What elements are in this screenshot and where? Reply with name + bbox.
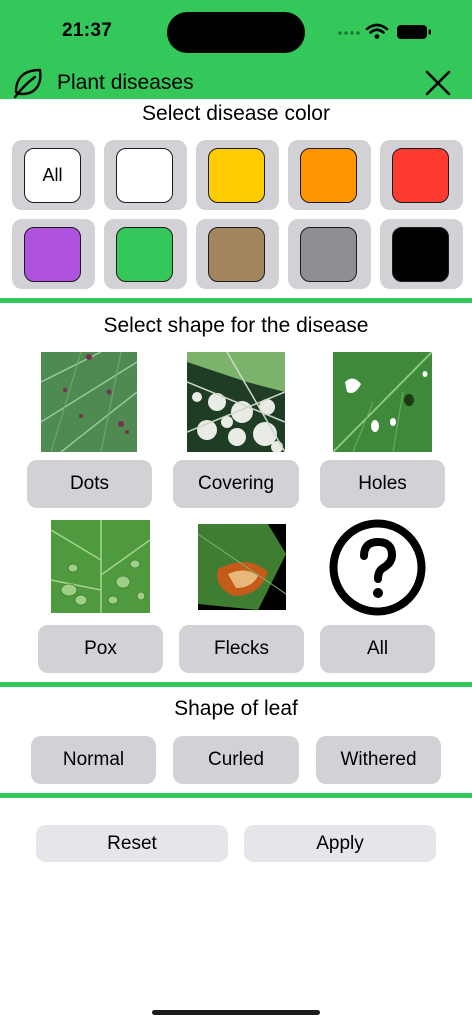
color-swatch: All [24, 148, 81, 203]
shape-option-covering[interactable]: Covering [173, 460, 299, 508]
color-swatch [208, 148, 265, 203]
divider [0, 793, 472, 798]
color-swatch [392, 148, 449, 203]
color-option[interactable] [380, 140, 463, 210]
leaf-shape-normal[interactable]: Normal [31, 736, 156, 784]
color-option[interactable] [380, 219, 463, 289]
leaf-shape-withered[interactable]: Withered [316, 736, 441, 784]
reset-button[interactable]: Reset [36, 825, 228, 862]
color-swatch [116, 148, 173, 203]
color-option[interactable] [196, 219, 279, 289]
color-swatch [24, 227, 81, 282]
color-option[interactable]: All [12, 140, 95, 210]
leaf-holes-photo [333, 352, 432, 452]
signal-icon [338, 31, 360, 35]
leaf-shape-curled[interactable]: Curled [173, 736, 299, 784]
color-option[interactable] [104, 219, 187, 289]
leaf-pox-photo [51, 520, 150, 613]
shape-option-all[interactable]: All [320, 625, 435, 673]
home-indicator [152, 1010, 320, 1015]
color-option[interactable] [12, 219, 95, 289]
color-swatch [392, 227, 449, 282]
color-swatch [116, 227, 173, 282]
leaf-covering-photo [187, 352, 285, 452]
leaf-dots-photo [41, 352, 137, 452]
color-section-title: Select disease color [142, 102, 330, 125]
leaf-section-title: Shape of leaf [174, 697, 298, 720]
apply-button[interactable]: Apply [244, 825, 436, 862]
divider [0, 682, 472, 687]
shape-option-holes[interactable]: Holes [320, 460, 445, 508]
shape-section-title: Select shape for the disease [103, 314, 369, 337]
dynamic-island [167, 12, 305, 53]
color-swatch [300, 148, 357, 203]
shape-option-flecks[interactable]: Flecks [179, 625, 304, 673]
divider [0, 298, 472, 303]
shape-option-dots[interactable]: Dots [27, 460, 152, 508]
battery-icon [397, 25, 431, 39]
shape-option-pox[interactable]: Pox [38, 625, 163, 673]
status-time: 21:37 [62, 20, 113, 41]
color-option[interactable] [288, 219, 371, 289]
color-swatch [300, 227, 357, 282]
close-icon[interactable] [423, 68, 453, 98]
leaf-icon [13, 68, 42, 99]
color-option[interactable] [196, 140, 279, 210]
status-icons [338, 23, 431, 39]
color-option[interactable] [288, 140, 371, 210]
question-mark-icon [329, 519, 426, 616]
wifi-dot [374, 34, 380, 39]
header: 21:37 Plant diseases [0, 0, 472, 99]
color-swatch [208, 227, 265, 282]
page-title: Plant diseases [57, 71, 194, 94]
wifi-icon [365, 23, 389, 34]
color-option[interactable] [104, 140, 187, 210]
leaf-flecks-photo [198, 524, 286, 610]
